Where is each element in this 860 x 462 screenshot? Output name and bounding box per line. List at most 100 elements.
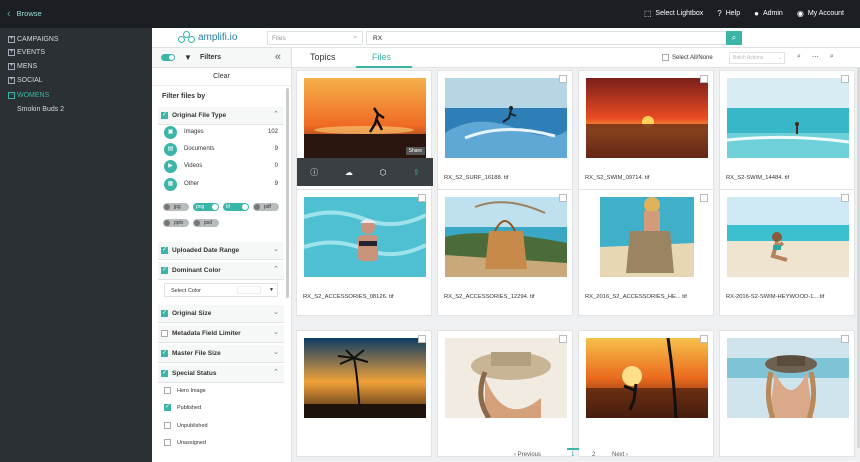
more-icon[interactable]: ⋯ [812, 53, 819, 61]
filetype-videos[interactable]: ▶ Videos 0 [164, 160, 278, 174]
select-checkbox[interactable] [418, 335, 426, 343]
pager-previous-button[interactable]: ‹ Previous [514, 452, 541, 458]
sidebar-item-mens[interactable]: + MENS [8, 63, 37, 70]
status-unpublished[interactable]: Unpublished [164, 421, 274, 433]
status-unassigned[interactable]: Unassigned [164, 438, 274, 450]
section-special-status[interactable]: ✓ Special Status ⌃ [158, 365, 284, 383]
search-scope-select[interactable]: Files ⌃ [267, 31, 363, 45]
file-thumbnail[interactable] [304, 338, 426, 418]
admin-button[interactable]: ● Admin [754, 9, 783, 18]
select-checkbox[interactable] [700, 194, 708, 202]
browse-button[interactable]: ‹ Browse [7, 8, 42, 19]
search-icon[interactable]: ⌕ [830, 53, 834, 61]
file-card[interactable] [578, 330, 714, 457]
info-icon[interactable]: ⓘ [310, 167, 318, 178]
collapse-panel-icon[interactable]: « [275, 51, 281, 63]
select-all-toggle[interactable]: Select All/None [662, 54, 713, 61]
file-card[interactable]: RX_S2_ACCESSORIES_08126. tif [296, 189, 432, 316]
file-thumbnail[interactable] [445, 78, 567, 158]
select-checkbox[interactable] [841, 75, 849, 83]
checkbox[interactable]: ✓ [164, 404, 171, 411]
file-card[interactable]: RX-2016-S2-SWIM-HEYWOOD-1... tif [719, 189, 855, 316]
ext-toggle-jpg[interactable]: jpg [163, 203, 189, 211]
file-thumbnail[interactable] [304, 197, 426, 277]
pager-page-2[interactable]: 2 [592, 452, 595, 458]
section-original-size[interactable]: ✓ Original Size ⌄ [158, 305, 284, 323]
share-icon[interactable]: ⇪ [413, 168, 420, 177]
select-checkbox[interactable] [418, 194, 426, 202]
search-button[interactable]: ⌕ [726, 31, 742, 45]
sidebar-item-social[interactable]: + SOCIAL [8, 77, 43, 84]
checkbox[interactable] [161, 330, 168, 337]
ext-toggle-png[interactable]: png [193, 203, 219, 211]
checkbox[interactable] [164, 422, 171, 429]
file-card[interactable]: RX_S2_SURF_16188. tif [437, 70, 573, 197]
file-thumbnail[interactable] [727, 197, 849, 277]
ext-toggle-psd[interactable]: psd [193, 219, 219, 227]
checkbox[interactable]: ✓ [161, 247, 168, 254]
batch-actions-select[interactable]: Batch Actions ⌄ [729, 52, 785, 64]
my-account-button[interactable]: ◉ My Account [797, 9, 844, 18]
file-card[interactable]: Share ⓘ ☁ ⬡ ⇪ [296, 70, 433, 197]
checkbox[interactable] [164, 387, 171, 394]
checkbox[interactable]: ✓ [161, 370, 168, 377]
status-hero-image[interactable]: Hero Image [164, 386, 274, 398]
checkbox[interactable]: ✓ [161, 350, 168, 357]
help-button[interactable]: ? Help [717, 9, 740, 18]
ext-toggle-tif[interactable]: tif [223, 203, 249, 211]
file-thumbnail[interactable] [727, 338, 849, 418]
tab-files[interactable]: Files [355, 52, 413, 68]
amplifi-logo[interactable]: amplifi.io [178, 31, 237, 44]
section-master-file-size[interactable]: ✓ Master File Size ⌄ [158, 345, 284, 363]
filters-scrollbar[interactable] [286, 88, 289, 298]
select-checkbox[interactable] [700, 335, 708, 343]
file-card[interactable]: RX_S2_ACCESSORIES_12294. tif [437, 189, 573, 316]
cube-icon[interactable]: ⬡ [379, 168, 386, 177]
checkbox[interactable]: ✓ [161, 310, 168, 317]
ext-toggle-pptx[interactable]: pptx [163, 219, 189, 227]
clear-filters-button[interactable]: Clear [152, 68, 291, 86]
select-checkbox[interactable] [841, 194, 849, 202]
file-card[interactable] [719, 330, 855, 457]
checkbox[interactable] [662, 54, 669, 61]
pager-next-button[interactable]: Next › [612, 452, 628, 458]
file-thumbnail[interactable] [445, 197, 567, 277]
file-thumbnail[interactable] [586, 197, 708, 277]
file-thumbnail[interactable] [445, 338, 567, 418]
file-thumbnail[interactable] [586, 78, 708, 158]
search-input[interactable]: RX [366, 31, 727, 45]
ext-toggle-pdf[interactable]: pdf [253, 203, 279, 211]
file-card[interactable]: RX_S2_SWIM_09714. tif [578, 70, 714, 197]
section-dominant-color[interactable]: ✓ Dominant Color ⌃ [158, 262, 284, 280]
file-card[interactable]: RX_2016_S2_ACCESSORIES_HE... tif [578, 189, 714, 316]
checkbox[interactable] [164, 439, 171, 446]
checkbox[interactable]: ✓ [161, 267, 168, 274]
checkbox[interactable]: ✓ [161, 112, 168, 119]
section-metadata-field-limiter[interactable]: Metadata Field Limiter ⌄ [158, 325, 284, 343]
section-uploaded-date-range[interactable]: ✓ Uploaded Date Range ⌄ [158, 242, 284, 260]
sidebar-subitem-smokin-buds-2[interactable]: Smokin Buds 2 [17, 106, 64, 113]
file-card[interactable]: RX_S2-SWIM_14484. tif [719, 70, 855, 197]
select-checkbox[interactable] [700, 75, 708, 83]
sidebar-item-events[interactable]: + EVENTS [8, 49, 45, 56]
select-lightbox-button[interactable]: ⬚ Select Lightbox [644, 9, 703, 18]
zoom-icon[interactable]: ⌕ [797, 53, 801, 61]
section-original-file-type[interactable]: ✓ Original File Type ⌃ [158, 107, 284, 125]
select-checkbox[interactable] [559, 194, 567, 202]
select-color-dropdown[interactable]: Select Color ▼ [164, 283, 278, 297]
tab-topics[interactable]: Topics [310, 52, 336, 62]
status-published[interactable]: ✓ Published [164, 403, 274, 415]
sidebar-item-womens[interactable]: − WOMENS [8, 92, 49, 99]
pager-page-1[interactable]: 1 [566, 448, 580, 458]
select-checkbox[interactable] [559, 335, 567, 343]
file-card[interactable] [437, 330, 573, 457]
download-icon[interactable]: ☁ [345, 168, 353, 177]
sidebar-item-campaigns[interactable]: + CAMPAIGNS [8, 36, 59, 43]
filetype-other[interactable]: ▦ Other 9 [164, 178, 278, 192]
file-thumbnail[interactable] [727, 78, 849, 158]
file-thumbnail[interactable] [304, 78, 426, 158]
file-card[interactable] [296, 330, 432, 457]
filetype-documents[interactable]: ▤ Documents 9 [164, 143, 278, 157]
select-checkbox[interactable] [841, 335, 849, 343]
select-checkbox[interactable] [559, 75, 567, 83]
